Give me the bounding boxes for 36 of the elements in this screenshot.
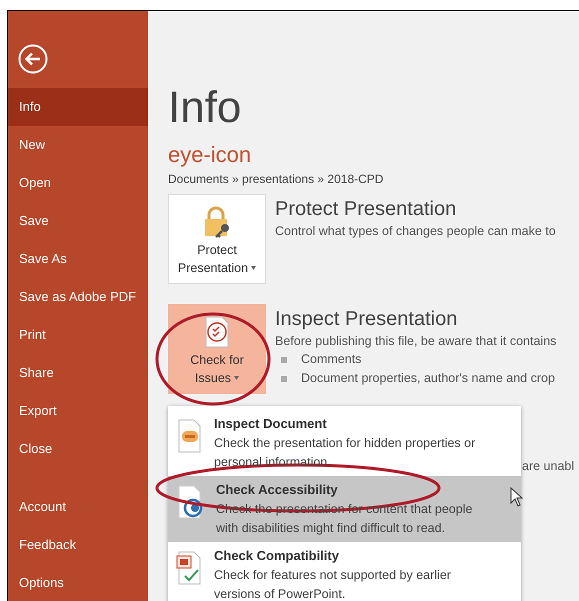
bullet-text: Document properties, author's name and crop xyxy=(301,370,555,388)
caret-icon xyxy=(234,376,240,380)
file-name: eye-icon xyxy=(168,144,252,166)
sidebar-item[interactable]: Save xyxy=(8,202,148,240)
sidebar-item[interactable]: Share xyxy=(8,354,148,392)
section-description: Before publishing this file, be aware that it contains xyxy=(275,333,556,350)
section-heading: Protect Presentation xyxy=(275,197,458,222)
page-title: Info xyxy=(168,86,242,130)
bullet-icon xyxy=(281,376,287,382)
sidebar-item[interactable]: Print xyxy=(8,316,148,354)
sidebar-item[interactable]: Close xyxy=(8,430,148,468)
menu-item[interactable]: Check Compatibility Check for features not supported by earlier versions of PowerPoint. xyxy=(168,542,521,601)
sidebar-item[interactable]: Save as Adobe PDF xyxy=(8,278,148,316)
sidebar-item[interactable]: Save As xyxy=(8,240,148,278)
menu-item-title: Inspect Document xyxy=(214,415,328,433)
file-path: Documents » presentations » 2018-CPD xyxy=(168,171,384,188)
sidebar-item[interactable]: Options xyxy=(8,564,148,601)
cursor-icon xyxy=(510,487,524,507)
section-description: Control what types of changes people can make to xyxy=(275,223,556,240)
issues-button[interactable]: Check for Issues xyxy=(168,304,266,394)
menu-item-description: Check for features not supported by earlier versions of PowerPoint. xyxy=(214,567,452,601)
sidebar-item[interactable]: Export xyxy=(8,392,148,430)
sidebar-item[interactable]: Info xyxy=(8,88,148,126)
sidebar-item[interactable]: Account xyxy=(8,488,148,526)
section-heading: Inspect Presentation xyxy=(275,307,458,332)
sidebar-item[interactable]: Open xyxy=(8,164,148,202)
sidebar-item[interactable]: New xyxy=(8,126,148,164)
protect-button[interactable]: Protect Presentation xyxy=(168,194,266,284)
caret-icon xyxy=(251,266,256,270)
covered-text: are unabl xyxy=(522,458,574,475)
bullet-icon xyxy=(281,356,287,362)
menu-item-title: Check Compatibility xyxy=(214,547,340,565)
menu-item-title: Check Accessibility xyxy=(216,481,339,499)
sidebar-item[interactable]: Feedback xyxy=(8,526,148,564)
bullet-text: Comments xyxy=(301,351,362,368)
back-icon[interactable] xyxy=(18,44,48,74)
